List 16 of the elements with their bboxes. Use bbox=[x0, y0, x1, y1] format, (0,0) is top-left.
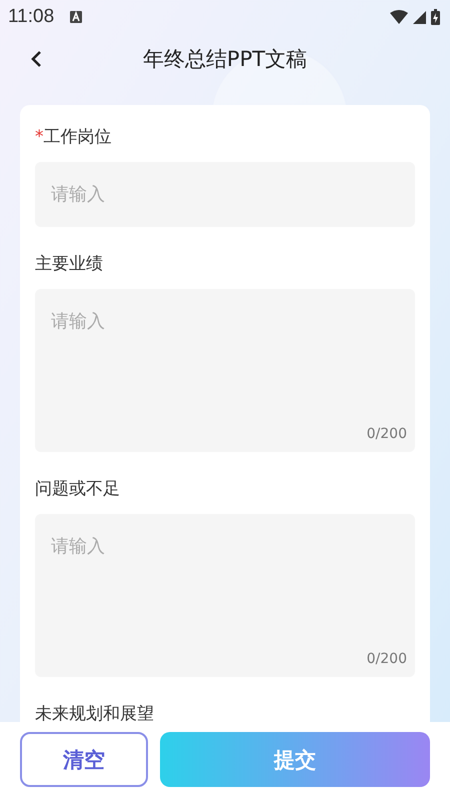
field-label: 主要业绩 bbox=[35, 254, 103, 274]
field-label: 工作岗位 bbox=[44, 127, 112, 147]
required-mark: * bbox=[35, 127, 44, 147]
field-label: 未来规划和展望 bbox=[35, 704, 154, 722]
back-icon[interactable] bbox=[30, 50, 44, 68]
clear-button[interactable]: 清空 bbox=[20, 732, 148, 787]
battery-icon bbox=[431, 9, 440, 25]
status-time: 11:08 bbox=[8, 6, 54, 28]
page-title: 年终总结PPT文稿 bbox=[142, 47, 308, 71]
wifi-icon bbox=[390, 10, 408, 24]
signal-icon bbox=[413, 10, 426, 24]
char-counter: 0/200 bbox=[366, 426, 407, 442]
char-counter: 0/200 bbox=[366, 651, 407, 667]
keyboard-icon bbox=[70, 11, 82, 23]
field-label: 问题或不足 bbox=[35, 479, 120, 499]
input-field[interactable]: 请输入 bbox=[35, 162, 415, 227]
